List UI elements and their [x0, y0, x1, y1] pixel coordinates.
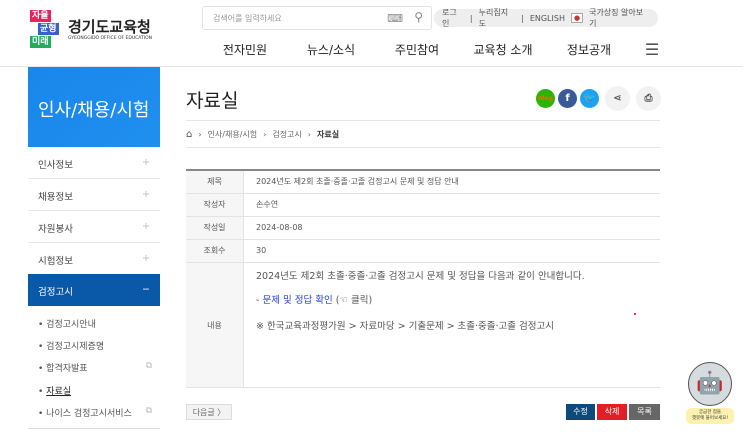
red-dot — [634, 313, 636, 315]
twitter-share-icon[interactable]: 🐦 — [580, 89, 599, 108]
share-bar: blog f 🐦 ⋖ ⎙ — [536, 86, 661, 111]
robot-icon: 🤖 — [688, 362, 732, 406]
new-window-icon: ⧉ — [145, 361, 152, 371]
flag-icon: ● — [570, 13, 584, 23]
nav-item[interactable]: 정보공개 — [546, 41, 632, 58]
divider — [28, 428, 160, 429]
submenu-item[interactable]: • 나이스 검정고시서비스 ⧉ — [38, 406, 152, 419]
plus-icon: + — [142, 189, 150, 200]
nav-item[interactable]: 뉴스/소식 — [288, 41, 374, 58]
blog-share-icon[interactable]: blog — [536, 89, 555, 108]
submenu-item-active[interactable]: • 자료실 — [38, 384, 152, 397]
breadcrumb: ⌂ › 인사/채용/시험 › 검정고시 › 자료실 — [186, 120, 660, 148]
search-placeholder: 검색어를 입력하세요 — [213, 14, 282, 23]
sidebar-item-label: 시험정보 — [38, 256, 73, 267]
sidebar-item[interactable]: 자원봉사 + — [28, 211, 160, 243]
hamburger-menu-icon[interactable]: ☰ — [632, 40, 672, 59]
search-input[interactable]: 검색어를 입력하세요 ⌨ ⚲ — [202, 6, 432, 30]
chatbot-text: 챗봇에 물어보세요! — [691, 416, 729, 421]
sidebar-item[interactable]: 시험정보 + — [28, 243, 160, 275]
post-body: 2024년도 제2회 초졸·중졸·고졸 검정고시 문제 및 정답을 다음과 같이… — [244, 263, 597, 387]
post-subject: 2024년도 제2회 초졸·중졸·고졸 검정고시 문제 및 정답 안내 — [256, 177, 459, 186]
submenu-label: 나이스 검정고시서비스 — [46, 409, 132, 419]
row-label: 작성일 — [186, 217, 244, 239]
breadcrumb-item[interactable]: 검정고시 — [272, 129, 301, 140]
submenu-label: 합격자발표 — [46, 364, 88, 374]
breadcrumb-current: 자료실 — [316, 129, 340, 139]
home-icon[interactable]: ⌂ — [186, 129, 192, 140]
row-label: 조회수 — [186, 240, 244, 262]
row-label: 내용 — [186, 263, 244, 387]
login-link[interactable]: 로그인 — [442, 7, 464, 29]
logo[interactable]: 자율 균형 미래 경기도교육청 GYEONGGIDO OFFICE OF EDU… — [30, 10, 170, 54]
delete-button[interactable]: 삭제 — [597, 404, 627, 420]
row-label: 제목 — [186, 171, 244, 193]
submenu-item[interactable]: • 합격자발표 ⧉ — [38, 361, 152, 374]
main-nav: 전자민원 뉴스/소식 주민참여 교육청 소개 정보공개 ☰ — [202, 40, 672, 59]
list-button[interactable]: 목록 — [629, 404, 660, 420]
submenu-label: 검정고시안내 — [46, 320, 96, 330]
logo-name: 경기도교육청 — [68, 18, 151, 36]
keyboard-icon[interactable]: ⌨ — [387, 12, 403, 25]
post-author: 손수연 — [256, 200, 279, 209]
logo-tag: 자율 — [30, 10, 51, 22]
new-window-icon: ⧉ — [145, 406, 152, 416]
facebook-share-icon[interactable]: f — [558, 89, 577, 108]
body-text: ※ 한국교육과정평가원 > 자료마당 > 기출문제 > 초졸·중졸·고졸 검정고… — [256, 321, 555, 332]
search-icon[interactable]: ⚲ — [414, 10, 423, 24]
sidebar-item-label: 채용정보 — [38, 192, 73, 203]
table-row: 작성자 손수연 — [186, 194, 660, 217]
plus-icon: + — [142, 221, 150, 232]
table-row: 작성일 2024-08-08 — [186, 217, 660, 240]
table-row: 조회수 30 — [186, 240, 660, 263]
share-icon[interactable]: ⋖ — [605, 86, 630, 111]
nav-item[interactable]: 교육청 소개 — [460, 41, 546, 58]
sidebar-banner: 인사/채용/시험 — [28, 67, 160, 147]
breadcrumb-item[interactable]: 인사/채용/시험 — [208, 129, 258, 140]
logo-tag: 미래 — [30, 36, 51, 48]
row-label: 작성자 — [186, 194, 244, 216]
body-text: (☜ 클릭) — [332, 295, 373, 306]
sidebar-item[interactable]: 채용정보 + — [28, 179, 160, 211]
nav-item[interactable]: 전자민원 — [202, 41, 288, 58]
print-icon[interactable]: ⎙ — [636, 86, 661, 111]
sidebar-item-label: 검정고시 — [38, 287, 73, 298]
plus-icon: + — [142, 253, 150, 264]
utility-menu: 로그인 | 누리집지도 | ENGLISH ● 국가상징 알아보기 — [434, 7, 658, 29]
nav-item[interactable]: 주민참여 — [374, 41, 460, 58]
post-views: 30 — [256, 246, 267, 255]
chatbot-button[interactable]: 🤖 궁금한 점을 챗봇에 물어보세요! — [686, 362, 734, 430]
body-text: 2024년도 제2회 초졸·중졸·고졸 검정고시 문제 및 정답을 다음과 같이… — [256, 271, 585, 282]
edit-button[interactable]: 수정 — [566, 404, 595, 420]
minus-icon: − — [142, 284, 150, 295]
sidebar-item[interactable]: 인사정보 + — [28, 147, 160, 179]
answer-link[interactable]: 문제 및 정답 확인 — [262, 295, 332, 306]
post-detail-table: 제목 2024년도 제2회 초졸·중졸·고졸 검정고시 문제 및 정답 안내 작성… — [186, 169, 660, 388]
submenu-label: 검정고시제증명 — [46, 342, 105, 352]
submenu-item[interactable]: • 검정고시제증명 — [38, 339, 152, 352]
sidebar-item-active[interactable]: 검정고시 − — [28, 274, 160, 306]
submenu-item[interactable]: • 검정고시안내 — [38, 317, 152, 330]
table-row: 내용 2024년도 제2회 초졸·중졸·고졸 검정고시 문제 및 정답을 다음과… — [186, 263, 660, 388]
submenu-label: 자료실 — [46, 387, 72, 397]
page-title: 자료실 — [186, 90, 239, 112]
sidebar-item-label: 인사정보 — [38, 160, 73, 171]
plus-icon: + — [142, 157, 150, 168]
next-post-button[interactable]: 다음글 〉 — [186, 404, 232, 420]
post-date: 2024-08-08 — [256, 223, 303, 232]
sidebar-item-label: 자원봉사 — [38, 224, 73, 235]
sitemap-link[interactable]: 누리집지도 — [479, 7, 516, 29]
english-link[interactable]: ENGLISH — [530, 14, 565, 23]
logo-sub: GYEONGGIDO OFFICE OF EDUCATION — [68, 36, 152, 41]
logo-tag: 균형 — [38, 23, 59, 35]
table-row: 제목 2024년도 제2회 초졸·중졸·고졸 검정고시 문제 및 정답 안내 — [186, 171, 660, 194]
national-symbol-link[interactable]: 국가상징 알아보기 — [589, 7, 650, 29]
